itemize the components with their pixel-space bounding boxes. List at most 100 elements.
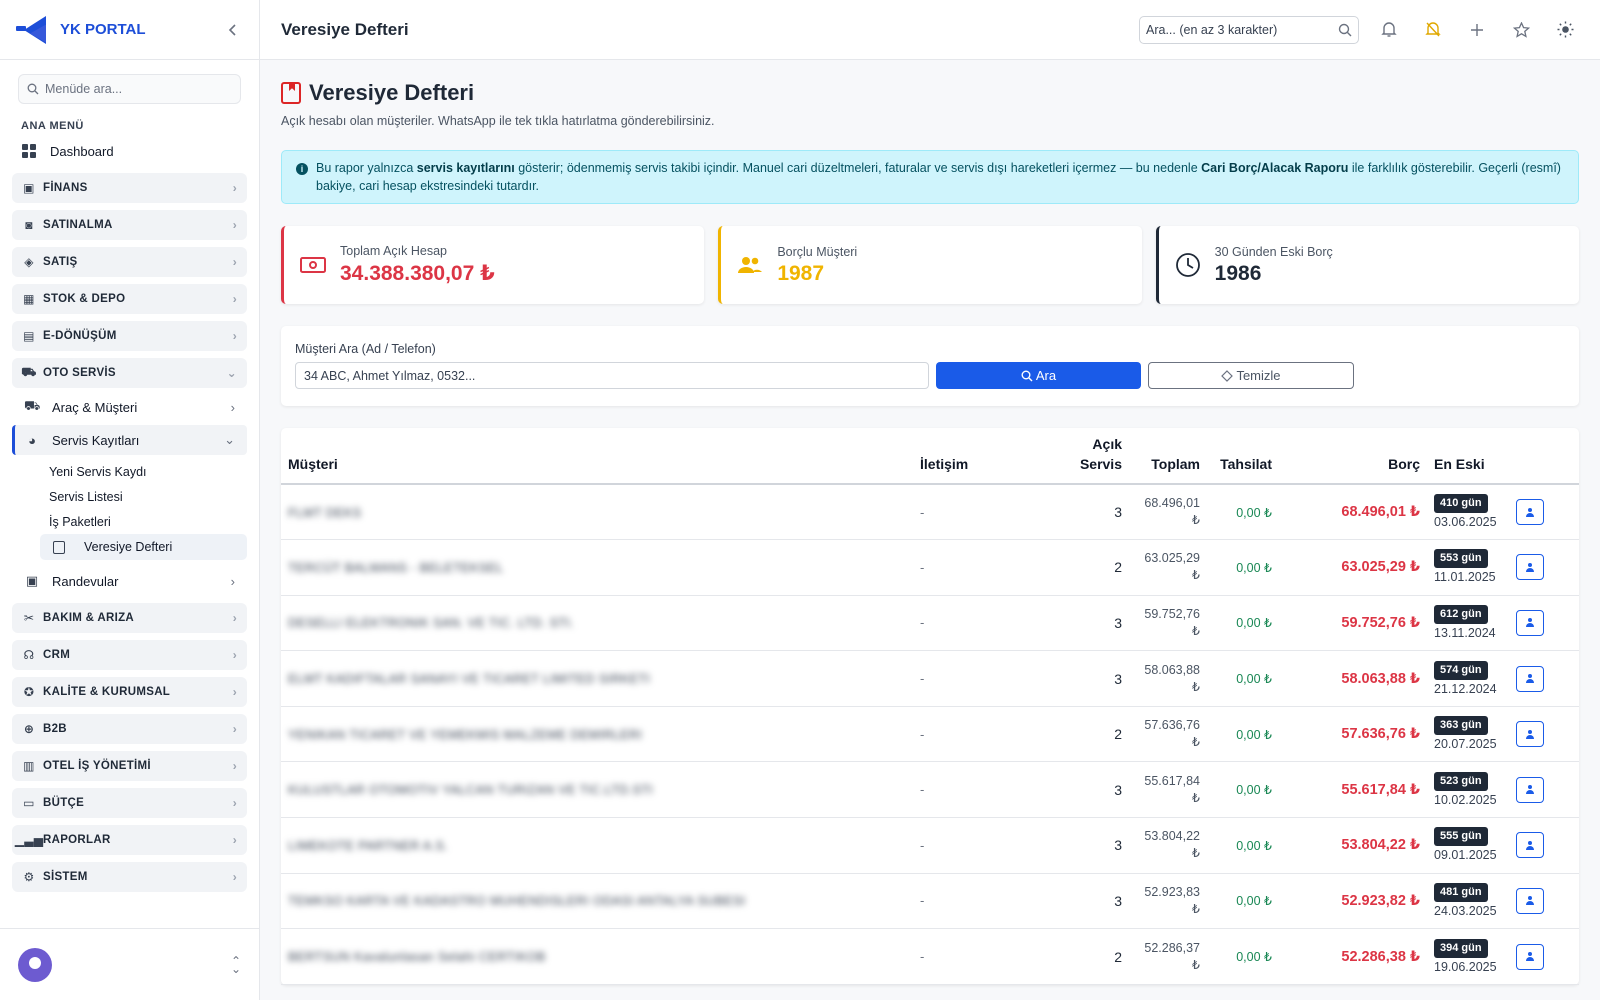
stat-label: 30 Günden Eski Borç — [1214, 244, 1333, 259]
sidebar-subitem-is-paketleri[interactable]: İş Paketleri — [49, 509, 259, 534]
user-avatar[interactable] — [18, 947, 52, 982]
cell-collected: 0,00 ₺ — [1207, 928, 1279, 985]
table-row[interactable]: TERCÜT BALMANS - BELETEKSEL -2 63.025,29 ₺ 0… — [281, 539, 1579, 596]
sidebar-group-satis[interactable]: ◈ SATIŞ › — [12, 247, 247, 277]
table-row[interactable]: DESELLI ELEKTRONIK SAN. VE TIC. LTD. STI… — [281, 595, 1579, 652]
sidebar-group-crm[interactable]: ☊ CRM › — [12, 640, 247, 670]
search-icon[interactable] — [1338, 23, 1352, 37]
column-header-debt[interactable]: Borç — [1279, 428, 1427, 485]
sun-icon[interactable] — [1551, 16, 1579, 44]
menu-search — [18, 74, 241, 104]
stat-value: 1987 — [777, 261, 825, 285]
customer-detail-button[interactable] — [1516, 776, 1544, 803]
customer-name: FLMT DEKS — [288, 505, 362, 520]
bell-slash-icon[interactable] — [1419, 16, 1447, 44]
days-badge: 363 gün — [1434, 716, 1488, 736]
column-header-contact[interactable]: İletişim — [913, 428, 1051, 485]
search-button[interactable]: Ara — [936, 362, 1141, 389]
person-icon — [1526, 952, 1534, 962]
sidebar-item-servis-kayitlari[interactable]: ◕ Servis Kayıtları ⌄ — [12, 425, 247, 455]
sidebar-item-randevular[interactable]: ▣ Randevular › — [12, 566, 247, 596]
cell-customer[interactable]: DESELLI ELEKTRONIK SAN. VE TIC. LTD. STI… — [281, 595, 913, 652]
sidebar-group-kalite-kurumsal[interactable]: ✪ KALİTE & KURUMSAL › — [12, 677, 247, 707]
customer-detail-button[interactable] — [1516, 887, 1544, 914]
alert-bold-2: Cari Borç/Alacak Raporu — [1201, 161, 1349, 175]
clear-button[interactable]: Temizle — [1148, 362, 1354, 389]
info-icon: i — [296, 163, 308, 175]
sidebar-group-bakim-ariza[interactable]: ✂ BAKIM & ARIZA › — [12, 603, 247, 633]
customer-detail-button[interactable] — [1516, 943, 1544, 970]
cell-oldest: 394 gün 19.06.2025 — [1427, 928, 1509, 985]
sidebar-subitem-servis-listesi[interactable]: Servis Listesi — [49, 484, 259, 509]
sidebar-group-stok-depo[interactable]: ▦ STOK & DEPO › — [12, 284, 247, 314]
total-currency: ₺ — [1192, 790, 1200, 805]
sidebar-group-butce[interactable]: ▭ BÜTÇE › — [12, 788, 247, 818]
cell-contact: - — [913, 484, 1051, 541]
table-row[interactable]: FLMT DEKS -3 68.496,01 ₺ 0,00 ₺ 68.496,01 ₺ 41… — [281, 484, 1579, 541]
sidebar-group-b2b[interactable]: ⊕ B2B › — [12, 714, 247, 744]
chevron-right-icon: › — [232, 292, 237, 306]
table-row[interactable]: KULUSTLAR OTOMOTIV YALCAN TURIZAN VE TIC… — [281, 761, 1579, 819]
cell-collected: 0,00 ₺ — [1207, 706, 1279, 763]
collapse-sidebar-button[interactable] — [223, 20, 243, 40]
column-header-customer[interactable]: Müşteri — [281, 428, 913, 485]
global-search-input[interactable] — [1146, 22, 1338, 37]
table-row[interactable]: TEMKSO KARTA VE KADASTRO MUHENDISLERI OD… — [281, 873, 1579, 930]
cell-customer[interactable]: BERTSUN Kavalunlasan Selahi CERTIKOB — [281, 928, 913, 985]
sidebar-subitem-veresiye-defteri[interactable]: Veresiye Defteri — [40, 534, 247, 560]
customer-detail-button[interactable] — [1516, 721, 1544, 748]
sidebar-group-raporlar[interactable]: ▁▃▅ RAPORLAR › — [12, 825, 247, 855]
sidebar-group-label: SİSTEM — [43, 871, 88, 883]
column-header-collected[interactable]: Tahsilat — [1207, 428, 1279, 485]
days-badge: 394 gün — [1434, 938, 1488, 958]
cell-customer[interactable]: TEMKSO KARTA VE KADASTRO MUHENDISLERI OD… — [281, 873, 913, 930]
sidebar-group-finans[interactable]: ▣ FİNANS › — [12, 173, 247, 203]
customer-detail-button[interactable] — [1516, 665, 1544, 692]
total-amount: 57.636,76 — [1144, 718, 1200, 733]
sidebar-group-satinalma[interactable]: ◙ SATINALMA › — [12, 210, 247, 240]
sidebar-group-otel-is-yonetimi[interactable]: ▥ OTEL İŞ YÖNETİMİ › — [12, 751, 247, 781]
table-row[interactable]: BERTSUN Kavalunlasan Selahi CERTIKOB -2 52… — [281, 928, 1579, 985]
menu-search-input[interactable] — [45, 82, 225, 96]
column-header-oldest[interactable]: En Eski — [1427, 428, 1509, 485]
table-row[interactable]: YENIKAN TICARET VE YEMEKMIS MALZEME DEMI… — [281, 706, 1579, 763]
cell-customer[interactable]: YENIKAN TICARET VE YEMEKMIS MALZEME DEMI… — [281, 706, 913, 763]
chevron-down-icon: ⌄ — [226, 366, 237, 380]
sidebar-group-sistem[interactable]: ⚙ SİSTEM › — [12, 862, 247, 892]
cell-open-services: 3 — [1051, 761, 1129, 819]
customer-search-input[interactable] — [295, 362, 929, 389]
cell-customer[interactable]: LIMEKOTE PARTNER A.S. — [281, 817, 913, 874]
plus-icon[interactable] — [1463, 16, 1491, 44]
sidebar-group-oto-servis[interactable]: ⛟ OTO SERVİS ⌄ — [12, 358, 247, 388]
customer-detail-button[interactable] — [1516, 499, 1544, 526]
notification-bell-icon[interactable] — [1375, 16, 1403, 44]
total-currency: ₺ — [1192, 957, 1200, 972]
cell-oldest: 555 gün 09.01.2025 — [1427, 817, 1509, 874]
customer-detail-button[interactable] — [1516, 609, 1544, 636]
chevron-right-icon: › — [232, 218, 237, 232]
book-icon — [281, 82, 301, 104]
customer-detail-button[interactable] — [1516, 832, 1544, 859]
cell-customer[interactable]: ELMT KADIFTALAR SANAYI VE TICARET LIMITE… — [281, 650, 913, 707]
table-row[interactable]: LIMEKOTE PARTNER A.S. -3 53.804,22 ₺ 0,00 ₺ 5… — [281, 817, 1579, 874]
sidebar-item-dashboard[interactable]: Dashboard — [12, 136, 247, 166]
cell-customer[interactable]: FLMT DEKS — [281, 484, 913, 541]
expand-collapse-icon[interactable]: ⌃ ⌄ — [231, 955, 241, 975]
search-icon — [27, 83, 39, 95]
sidebar-group-e-donusum[interactable]: ▤ E-DÖNÜŞÜM › — [12, 321, 247, 351]
sidebar-subitem-yeni-servis-kaydi[interactable]: Yeni Servis Kaydı — [49, 459, 259, 484]
cell-debt: 63.025,29 ₺ — [1279, 539, 1427, 596]
cell-customer[interactable]: TERCÜT BALMANS - BELETEKSEL — [281, 539, 913, 596]
column-header-open-services[interactable]: Açık Servis — [1051, 428, 1129, 485]
sidebar-item-arac-musteri[interactable]: ⛟ Araç & Müşteri › — [12, 392, 247, 422]
column-header-total[interactable]: Toplam — [1129, 428, 1207, 485]
star-icon[interactable] — [1507, 16, 1535, 44]
globe-icon: ⊕ — [23, 722, 35, 736]
customer-detail-button[interactable] — [1516, 554, 1544, 581]
cell-oldest: 612 gün 13.11.2024 — [1427, 595, 1509, 652]
cell-contact: - — [913, 595, 1051, 652]
cell-customer[interactable]: KULUSTLAR OTOMOTIV YALCAN TURIZAN VE TIC… — [281, 761, 913, 819]
table-row[interactable]: ELMT KADIFTALAR SANAYI VE TICARET LIMITE… — [281, 650, 1579, 707]
cell-oldest: 553 gün 11.01.2025 — [1427, 539, 1509, 596]
calendar-icon: ▣ — [25, 573, 39, 588]
